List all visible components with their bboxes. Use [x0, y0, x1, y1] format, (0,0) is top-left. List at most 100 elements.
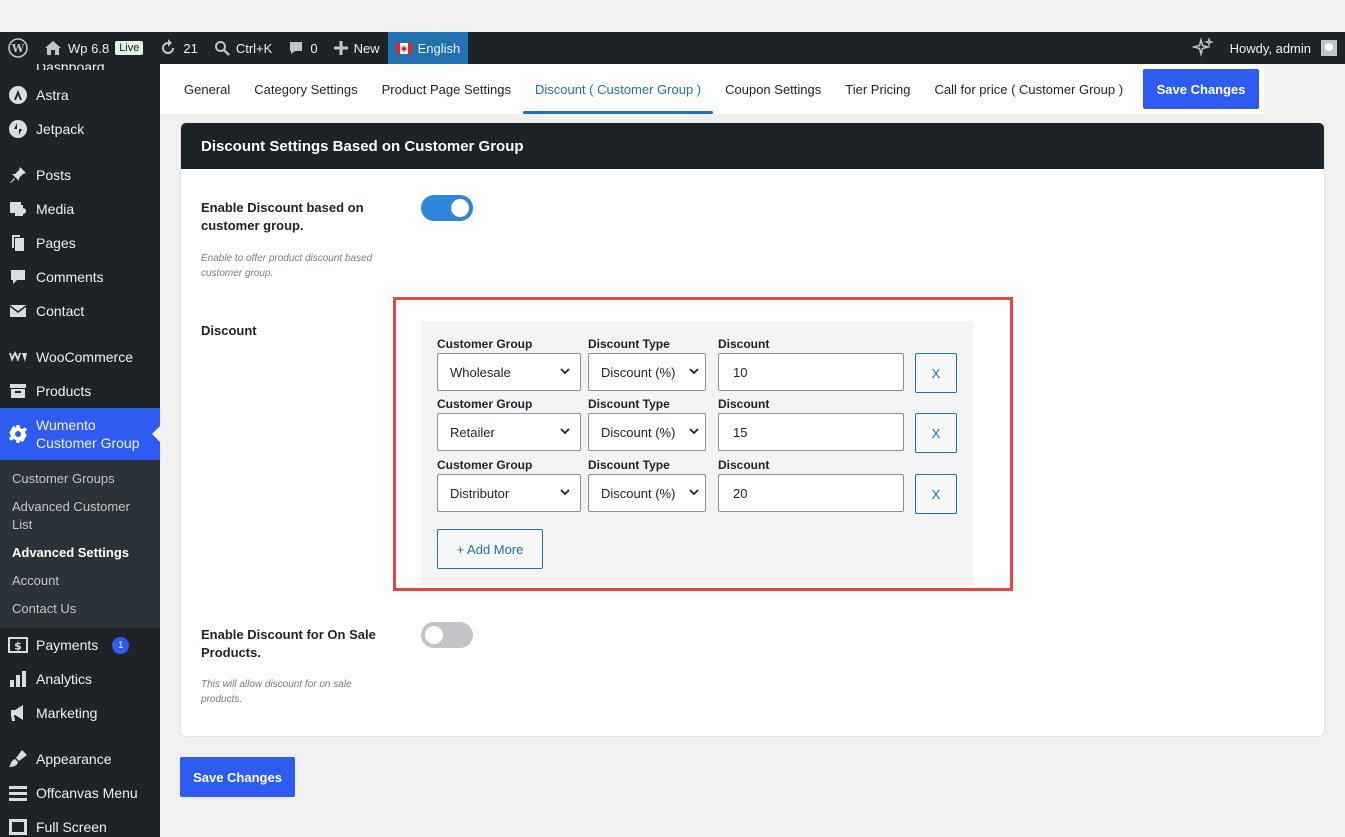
onsale-discount-toggle[interactable]: [421, 622, 473, 648]
comments-icon: [8, 267, 28, 287]
selected-group: Distributor: [450, 485, 510, 501]
pin-icon: [8, 165, 28, 185]
home-icon: [45, 41, 61, 55]
discount-type-header: Discount Type: [588, 397, 670, 411]
megaphone-icon: [8, 703, 28, 723]
sidebar-item-wumento-customer-group[interactable]: Wumento Customer Group: [0, 408, 160, 460]
customer-group-select[interactable]: Retailer: [437, 413, 581, 451]
chevron-down-icon: [689, 489, 699, 496]
save-changes-button[interactable]: Save Changes: [1143, 69, 1260, 109]
submenu-item-contact-us[interactable]: Contact Us: [0, 594, 160, 622]
sidebar-item-woocommerce[interactable]: WooCommerce: [0, 340, 160, 374]
tab-call-for-price[interactable]: Call for price ( Customer Group ): [923, 64, 1136, 114]
sidebar-item-comments[interactable]: Comments: [0, 260, 160, 294]
customer-group-select[interactable]: Distributor: [437, 474, 581, 512]
ai-sparkle-button[interactable]: [1184, 32, 1222, 64]
woocommerce-icon: [8, 347, 28, 367]
sidebar-item-media[interactable]: Media: [0, 192, 160, 226]
discount-value-input[interactable]: 10: [718, 353, 904, 391]
sidebar-item-dashboard[interactable]: Dashboard: [0, 64, 160, 70]
tab-product-page-settings[interactable]: Product Page Settings: [370, 64, 523, 114]
sidebar-submenu: Customer Groups Advanced Customer List A…: [0, 460, 160, 628]
sidebar-item-jetpack[interactable]: Jetpack: [0, 112, 160, 146]
toggle-knob: [425, 626, 443, 644]
tab-tier-pricing[interactable]: Tier Pricing: [833, 64, 922, 114]
sidebar-item-label: Pages: [36, 235, 76, 251]
discount-type-header: Discount Type: [588, 337, 670, 351]
sidebar-item-label: Wumento Customer Group: [36, 417, 140, 451]
panel-title: Discount Settings Based on Customer Grou…: [181, 123, 1324, 169]
discount-type-select[interactable]: Discount (%): [588, 353, 706, 391]
sidebar-item-posts[interactable]: Posts: [0, 158, 160, 192]
sidebar-item-contact[interactable]: Contact: [0, 294, 160, 328]
search-shortcut: Ctrl+K: [235, 40, 273, 56]
search-link[interactable]: Ctrl+K: [206, 32, 280, 64]
selected-group: Retailer: [450, 424, 495, 440]
comment-icon: [290, 42, 303, 54]
sidebar-item-label: Appearance: [36, 751, 112, 767]
discount-rule-row: Customer Group Discount Type Discount Di…: [437, 458, 957, 516]
discount-type-select[interactable]: Discount (%): [588, 474, 706, 512]
search-icon: [214, 41, 230, 56]
refresh-icon: [162, 39, 175, 54]
fullscreen-icon: [8, 817, 28, 837]
customer-group-header: Customer Group: [437, 397, 533, 411]
remove-rule-button[interactable]: X: [915, 353, 957, 393]
sidebar-item-appearance[interactable]: Appearance: [0, 742, 160, 776]
discount-header: Discount: [718, 337, 770, 351]
jetpack-icon: [8, 119, 28, 139]
sidebar-item-marketing[interactable]: Marketing: [0, 696, 160, 730]
remove-rule-button[interactable]: X: [915, 474, 957, 514]
remove-rule-button[interactable]: X: [915, 413, 957, 453]
sidebar-item-label: Payments: [36, 637, 99, 653]
onsale-discount-description: This will allow discount for on sale pro…: [201, 679, 352, 705]
customer-group-select[interactable]: Wholesale: [437, 353, 581, 391]
submenu-item-advanced-customer-list[interactable]: Advanced Customer List: [0, 492, 160, 538]
discount-value-input[interactable]: 20: [718, 474, 904, 512]
add-more-button[interactable]: + Add More: [437, 529, 543, 569]
submenu-item-account[interactable]: Account: [0, 566, 160, 594]
tab-coupon-settings[interactable]: Coupon Settings: [713, 64, 833, 114]
save-changes-bottom-button[interactable]: Save Changes: [180, 757, 295, 797]
sidebar-item-products[interactable]: Products: [0, 374, 160, 408]
sidebar-item-label: Marketing: [36, 705, 98, 721]
discount-type-select[interactable]: Discount (%): [588, 413, 706, 451]
selected-group: Wholesale: [450, 364, 511, 380]
submenu-item-advanced-settings[interactable]: Advanced Settings: [0, 538, 160, 566]
sidebar-item-label: Analytics: [36, 671, 93, 687]
pages-icon: [8, 233, 28, 253]
selected-type: Discount (%): [601, 424, 676, 440]
tab-discount-customer-group[interactable]: Discount ( Customer Group ): [522, 64, 714, 114]
envelope-icon: [8, 301, 28, 321]
sidebar-item-analytics[interactable]: Analytics: [0, 662, 160, 696]
language-switcher[interactable]: English: [387, 32, 469, 64]
wordpress-logo-icon[interactable]: W: [0, 32, 36, 64]
discount-rule-row: Customer Group Discount Type Discount Wh…: [437, 337, 957, 395]
tab-category-settings[interactable]: Category Settings: [242, 64, 369, 114]
selected-type: Discount (%): [601, 364, 676, 380]
new-label: New: [353, 40, 380, 56]
avatar: [1321, 40, 1337, 56]
sidebar-item-offcanvas-menu[interactable]: Offcanvas Menu: [0, 776, 160, 810]
sidebar-item-pages[interactable]: Pages: [0, 226, 160, 260]
updates-link[interactable]: 21: [151, 32, 205, 64]
customer-group-header: Customer Group: [437, 337, 533, 351]
tab-general[interactable]: General: [172, 64, 242, 114]
sidebar-item-label: Products: [36, 383, 92, 399]
new-content-link[interactable]: New: [326, 32, 388, 64]
settings-tabs: General Category Settings Product Page S…: [160, 64, 1264, 114]
live-badge: Live: [115, 41, 144, 55]
comments-link[interactable]: 0: [280, 32, 325, 64]
site-name-link[interactable]: Wp 6.8 Live: [36, 32, 151, 64]
sidebar-item-astra[interactable]: Astra: [0, 78, 160, 112]
discount-value-input[interactable]: 15: [718, 413, 904, 451]
language-label: English: [417, 40, 461, 56]
sidebar-item-label: WooCommerce: [36, 349, 133, 365]
enable-discount-toggle[interactable]: [421, 195, 473, 221]
submenu-item-customer-groups[interactable]: Customer Groups: [0, 466, 160, 492]
canada-flag-icon: [395, 42, 412, 54]
account-menu[interactable]: Howdy, admin: [1222, 32, 1345, 64]
sidebar-item-label: Astra: [36, 87, 69, 103]
sidebar-item-full-screen[interactable]: Full Screen: [0, 810, 160, 837]
sidebar-item-payments[interactable]: $ Payments 1: [0, 628, 160, 662]
